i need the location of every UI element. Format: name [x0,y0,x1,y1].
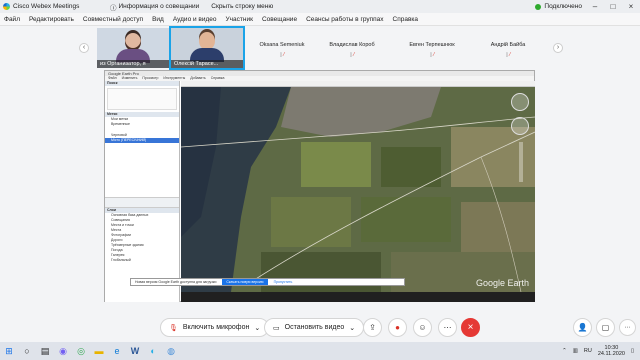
menu-participant[interactable]: Участник [226,16,253,23]
compass-icon[interactable] [511,93,529,111]
menu-share[interactable]: Совместный доступ [83,16,143,23]
participant-video [190,32,224,62]
muted-mic-icon: 🎙 [169,324,178,332]
satellite-map[interactable]: Google Earth [181,87,535,292]
reactions-button[interactable]: ☺ [413,318,432,337]
phone-icon: ▯ [349,52,353,58]
ge-sidebar: Поиск Метки Мои метки Временные Черновой… [105,81,180,302]
record-button[interactable]: ● [388,318,407,337]
chat-panel-button[interactable]: ▢ [596,318,615,337]
app-title: Cisco Webex Meetings [0,3,80,10]
video-tile-active-speaker[interactable]: Олексій Тарасе... [169,26,245,70]
participant-name: Владислав Короб [329,42,375,48]
stop-video-button[interactable]: ▭ Остановить видео ⌄ [264,318,365,337]
file-explorer-icon[interactable]: ▬ [90,342,108,360]
more-panels-button[interactable]: ⋯ [619,319,636,336]
muted-mic-icon: ⁄ [433,52,435,58]
webex-logo-icon [3,3,10,10]
download-update-button[interactable]: Скачать новую версию [222,279,268,285]
task-view-icon[interactable]: ▤ [36,342,54,360]
start-icon[interactable]: ⊞ [0,342,18,360]
participant-tile[interactable]: Владислав Короб ▯ ⁄ [318,28,386,68]
skip-link[interactable]: Пропустить [274,280,293,284]
chrome-icon[interactable]: ◎ [72,342,90,360]
banner-text: Новая версия Google Earth доступна для з… [135,280,217,284]
leave-meeting-button[interactable]: × [461,318,480,337]
menu-audio-video[interactable]: Аудио и видео [173,16,217,23]
windows-taskbar: ⊞ ○ ▤ ◉ ◎ ▬ e W ◐ ◍ ⌃ ▥ RU 10:30 24.11.2… [0,342,640,360]
video-tile-name: Олексій Тарасе... [171,60,243,68]
muted-mic-icon: ⁄ [353,52,355,58]
menu-view[interactable]: Вид [152,16,164,23]
muted-mic-icon: ⁄ [283,52,285,58]
menu-breakout[interactable]: Сеансы работы в группах [306,16,383,23]
participant-tile[interactable]: Oksana Semeniuk ▯ ⁄ [248,28,316,68]
edge-icon[interactable]: e [108,342,126,360]
participant-tile[interactable]: Евген Терпешнюк ▯ ⁄ [398,28,466,68]
viber-icon[interactable]: ◉ [54,342,72,360]
system-tray: ⌃ ▥ RU 10:30 24.11.2020 ▯ [562,345,640,357]
look-joystick-icon[interactable] [511,117,529,135]
word-icon[interactable]: W [126,342,144,360]
ge-layer-item[interactable]: Глобальный [105,258,179,263]
google-earth-watermark: Google Earth [475,278,529,288]
chevron-down-icon: ⌄ [349,324,356,332]
menu-edit[interactable]: Редактировать [29,16,74,23]
shared-screen: Google Earth Pro Файл Изменить Просмотр … [104,70,535,302]
share-content-button[interactable]: ⇪ [363,318,382,337]
close-window-button[interactable]: × [626,2,636,11]
google-earth-taskbar-icon[interactable]: ◍ [162,342,180,360]
title-bar: Cisco Webex Meetings ⓘ Информация о сове… [0,0,640,13]
maximize-button[interactable]: □ [608,2,618,11]
strip-prev-button[interactable]: ‹ [79,43,89,53]
tray-up-icon[interactable]: ⌃ [562,348,567,354]
video-tile-host[interactable]: из Организатор, я [97,28,169,68]
menu-help[interactable]: Справка [393,16,419,23]
search-icon[interactable]: ○ [18,342,36,360]
muted-mic-icon: ⁄ [509,52,511,58]
meeting-info-button[interactable]: ⓘ Информация о совещании [110,2,199,12]
chevron-down-icon: ⌄ [254,324,261,332]
participant-name: Евген Терпешнюк [409,42,455,48]
notifications-icon[interactable]: ▯ [631,348,634,354]
video-tile-name: из Организатор, я [97,60,169,68]
network-icon[interactable]: ▥ [573,348,578,354]
participant-tile[interactable]: Андрій Байба ▯ ⁄ [474,28,542,68]
menu-file[interactable]: Файл [4,16,20,23]
participant-name: Андрій Байба [490,42,526,48]
language-indicator[interactable]: RU [584,348,592,354]
webex-taskbar-icon[interactable]: ◐ [144,342,162,360]
participant-video [116,33,150,63]
app-name: Cisco Webex Meetings [13,3,80,10]
hide-menu-button[interactable]: Скрыть строку меню [211,2,273,12]
info-icon: ⓘ [110,4,117,12]
ge-search-section[interactable]: Поиск [105,81,179,86]
strip-next-button[interactable]: › [553,43,563,53]
minimize-button[interactable]: – [590,2,600,11]
ge-search-box[interactable] [107,88,177,110]
meeting-controls: 🎙 Включить микрофон ⌄ ▭ Остановить видео… [0,312,640,342]
update-banner: Новая версия Google Earth доступна для з… [130,278,405,286]
menu-bar: Файл Редактировать Совместный доступ Вид… [0,13,640,26]
clock[interactable]: 10:30 24.11.2020 [598,345,625,357]
zoom-slider[interactable] [519,142,523,182]
connected-icon [535,3,542,10]
connection-status: Подключено [535,3,582,10]
video-camera-icon: ▭ [273,324,280,332]
menu-meeting[interactable]: Совещание [262,16,297,23]
ge-sidebar-buttons[interactable] [105,198,179,208]
satellite-imagery [181,87,535,292]
participant-name: Oksana Semeniuk [259,42,305,48]
phone-icon: ▯ [505,52,509,58]
phone-icon: ▯ [429,52,433,58]
participant-strip: ‹ из Организатор, я Олексій Тарасе... Ok… [0,26,640,70]
participants-panel-button[interactable]: 👤 [573,318,592,337]
more-options-button[interactable]: ⋯ [438,318,457,337]
unmute-button[interactable]: 🎙 Включить микрофон ⌄ [160,318,270,337]
phone-icon: ▯ [279,52,283,58]
ge-status-bar [181,292,535,302]
